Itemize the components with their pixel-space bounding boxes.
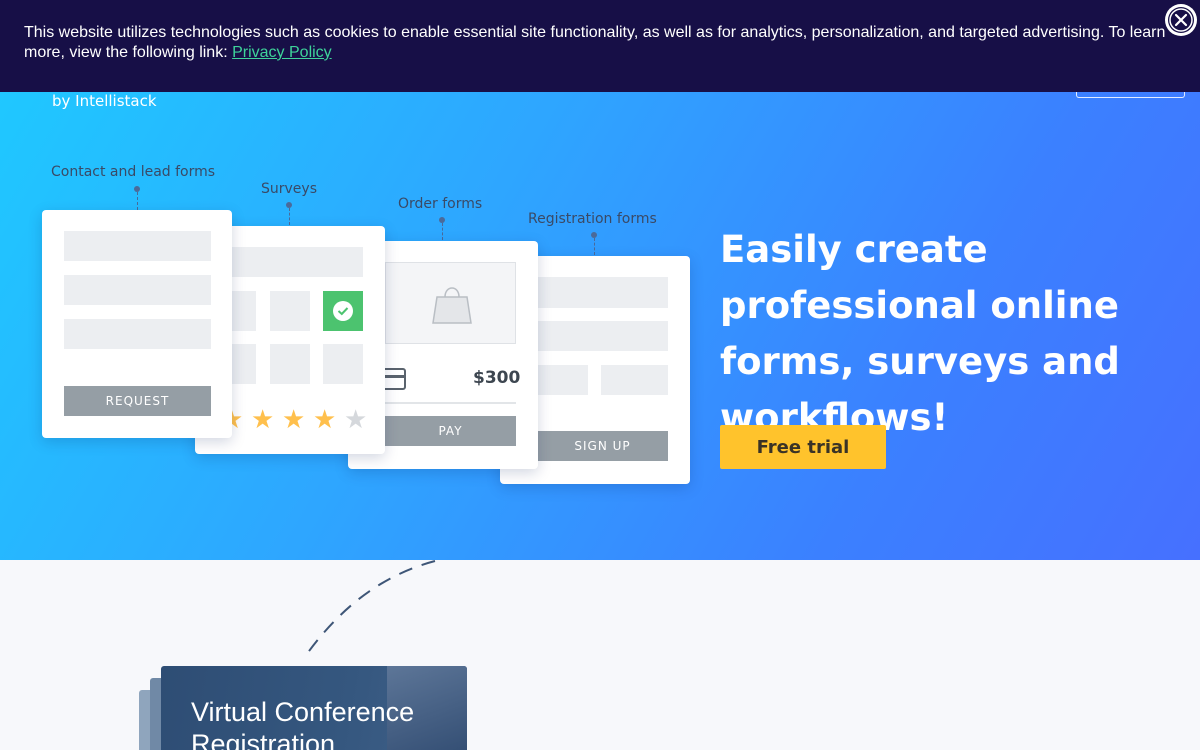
form-field [64, 319, 211, 349]
category-connector [594, 238, 595, 255]
signup-button-illustration: SIGN UP [537, 431, 668, 461]
cookie-banner-text: This website utilizes technologies such … [24, 24, 1166, 61]
star-icon: ★ [313, 404, 337, 434]
divider [385, 402, 516, 404]
pay-button-illustration: PAY [385, 416, 516, 446]
cookie-close-button[interactable] [1165, 4, 1197, 36]
survey-option [270, 291, 310, 331]
product-image-placeholder [385, 262, 516, 344]
form-field [232, 247, 363, 277]
contact-form-card: REQUEST [42, 210, 232, 438]
shopping-bag-icon [432, 287, 472, 324]
form-field [537, 277, 668, 308]
form-field [537, 365, 588, 395]
survey-option [270, 344, 310, 384]
form-field [64, 275, 211, 305]
star-icon: ★ [344, 404, 368, 434]
category-label-order: Order forms [398, 196, 483, 212]
survey-option [323, 344, 363, 384]
category-label-surveys: Surveys [261, 181, 317, 197]
survey-option [232, 344, 256, 384]
form-field [601, 365, 668, 395]
template-title: Virtual Conference Registration [191, 697, 415, 750]
dashed-connector [303, 560, 436, 659]
category-label-contact: Contact and lead forms [51, 164, 216, 180]
privacy-policy-link[interactable]: Privacy Policy [232, 44, 332, 61]
hero-headline: Easily create professional online forms,… [720, 228, 1120, 439]
brand-byline: by Intellistack [52, 92, 157, 110]
template-preview-card[interactable]: Virtual Conference Registration [161, 666, 467, 750]
form-field [64, 231, 211, 261]
survey-option [232, 291, 256, 331]
request-button-illustration: REQUEST [64, 386, 211, 416]
category-label-registration: Registration forms [528, 211, 657, 227]
category-connector [137, 192, 138, 210]
star-icon: ★ [282, 404, 306, 434]
star-icon: ★ [251, 404, 275, 434]
category-connector [289, 208, 290, 225]
cookie-banner: This website utilizes technologies such … [0, 0, 1200, 92]
free-trial-button[interactable]: Free trial [720, 425, 886, 469]
close-circle-icon [1168, 7, 1194, 33]
category-connector [442, 223, 443, 240]
check-icon [333, 301, 353, 321]
survey-option-selected [323, 291, 363, 331]
form-field [537, 321, 668, 351]
order-price: $300 [473, 368, 521, 388]
